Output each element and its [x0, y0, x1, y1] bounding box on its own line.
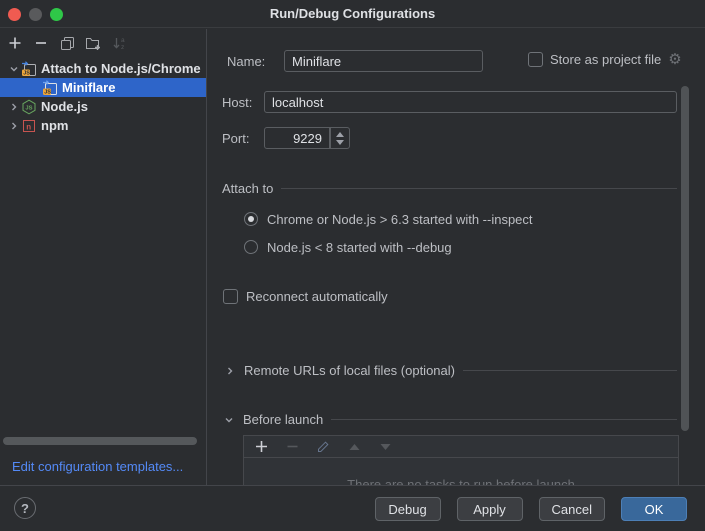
- form-vertical-scrollbar[interactable]: [681, 86, 689, 431]
- host-input[interactable]: [264, 91, 677, 113]
- zoom-window-button[interactable]: [50, 8, 63, 21]
- reconnect-automatically-row[interactable]: Reconnect automatically: [223, 289, 388, 304]
- chevron-right-icon[interactable]: [224, 366, 236, 376]
- radio-unselected-icon[interactable]: [244, 240, 258, 254]
- port-input[interactable]: [264, 127, 330, 149]
- titlebar: Run/Debug Configurations: [0, 0, 705, 28]
- add-icon[interactable]: [253, 439, 269, 455]
- remove-icon[interactable]: [33, 35, 49, 51]
- copy-icon[interactable]: [59, 35, 75, 51]
- sidebar-toolbar: az: [0, 29, 206, 57]
- close-window-button[interactable]: [8, 8, 21, 21]
- dialog-footer: ? Debug Apply Cancel OK: [0, 485, 705, 531]
- store-as-project-file-group: Store as project file ⚙: [528, 52, 682, 67]
- reconnect-label: Reconnect automatically: [246, 289, 388, 304]
- tree-item-npm-group[interactable]: n npm: [0, 116, 206, 135]
- before-launch-section-header[interactable]: Before launch: [223, 412, 677, 427]
- configurations-tree: JS Attach to Node.js/Chrome JS Miniflare: [0, 59, 206, 135]
- reconnect-checkbox[interactable]: [223, 289, 238, 304]
- name-label: Name:: [227, 54, 265, 69]
- stepper-down-icon[interactable]: [336, 140, 344, 145]
- chevron-down-icon[interactable]: [223, 415, 235, 425]
- before-launch-toolbar: [244, 436, 678, 458]
- svg-text:a: a: [121, 37, 125, 44]
- host-label: Host:: [222, 95, 252, 110]
- cancel-button[interactable]: Cancel: [539, 497, 605, 521]
- run-debug-configurations-dialog: Run/Debug Configurations az: [0, 0, 705, 531]
- port-stepper[interactable]: [330, 127, 350, 149]
- configurations-sidebar: az JS Attach to Node.js/Chrome: [0, 29, 207, 485]
- move-up-icon: [346, 439, 362, 455]
- radio-option-debug[interactable]: Node.js < 8 started with --debug: [244, 239, 452, 255]
- edit-configuration-templates-link[interactable]: Edit configuration templates...: [12, 459, 183, 474]
- npm-icon: n: [21, 118, 37, 134]
- edit-pencil-icon: [315, 439, 331, 455]
- tree-item-miniflare[interactable]: JS Miniflare: [0, 78, 206, 97]
- remote-urls-section-header[interactable]: Remote URLs of local files (optional): [224, 363, 677, 378]
- attach-nodejs-chrome-icon: JS: [21, 61, 37, 77]
- radio-label: Node.js < 8 started with --debug: [267, 240, 452, 255]
- traffic-lights: [8, 8, 63, 21]
- add-icon[interactable]: [7, 35, 23, 51]
- attach-nodejs-chrome-icon: JS: [42, 80, 58, 96]
- chevron-right-icon[interactable]: [6, 121, 21, 131]
- nodejs-icon: JS: [21, 99, 37, 115]
- store-as-project-file-label: Store as project file: [550, 52, 661, 67]
- svg-text:JS: JS: [44, 89, 51, 95]
- remove-icon: [284, 439, 300, 455]
- debug-button[interactable]: Debug: [375, 497, 441, 521]
- svg-text:JS: JS: [23, 70, 30, 76]
- tree-item-label: Miniflare: [62, 80, 115, 95]
- radio-selected-icon[interactable]: [244, 212, 258, 226]
- tree-item-nodejs-group[interactable]: JS Node.js: [0, 97, 206, 116]
- radio-option-inspect[interactable]: Chrome or Node.js > 6.3 started with --i…: [244, 211, 533, 227]
- help-button[interactable]: ?: [14, 497, 36, 519]
- move-down-icon: [377, 439, 393, 455]
- dialog-title: Run/Debug Configurations: [270, 6, 435, 21]
- svg-text:n: n: [26, 122, 31, 131]
- tree-item-label: Node.js: [41, 99, 88, 114]
- footer-buttons: Debug Apply Cancel OK: [375, 497, 687, 521]
- port-label: Port:: [222, 131, 249, 146]
- gear-icon[interactable]: ⚙: [668, 52, 681, 67]
- section-divider: [281, 188, 677, 189]
- name-input[interactable]: [284, 50, 483, 72]
- configuration-form: Name: Store as project file ⚙ Host: Port…: [208, 29, 705, 485]
- stepper-up-icon[interactable]: [336, 132, 344, 137]
- remote-urls-title: Remote URLs of local files (optional): [244, 363, 455, 378]
- chevron-right-icon[interactable]: [6, 102, 21, 112]
- radio-label: Chrome or Node.js > 6.3 started with --i…: [267, 212, 533, 227]
- before-launch-title: Before launch: [243, 412, 323, 427]
- ok-button[interactable]: OK: [621, 497, 687, 521]
- svg-text:z: z: [121, 44, 124, 50]
- sidebar-horizontal-scrollbar[interactable]: [3, 437, 197, 445]
- sort-alphabetically-icon: az: [111, 35, 127, 51]
- chevron-down-icon[interactable]: [6, 64, 21, 74]
- tree-item-attach-group[interactable]: JS Attach to Node.js/Chrome: [0, 59, 206, 78]
- store-as-project-file-checkbox[interactable]: [528, 52, 543, 67]
- tree-item-label: npm: [41, 118, 68, 133]
- apply-button[interactable]: Apply: [457, 497, 523, 521]
- section-divider: [463, 370, 677, 371]
- minimize-window-button: [29, 8, 42, 21]
- tree-item-label: Attach to Node.js/Chrome: [41, 61, 201, 76]
- section-divider: [331, 419, 677, 420]
- attach-to-title: Attach to: [222, 181, 273, 196]
- attach-to-section-header: Attach to: [222, 181, 677, 196]
- new-folder-icon[interactable]: [85, 35, 101, 51]
- svg-text:JS: JS: [25, 105, 32, 111]
